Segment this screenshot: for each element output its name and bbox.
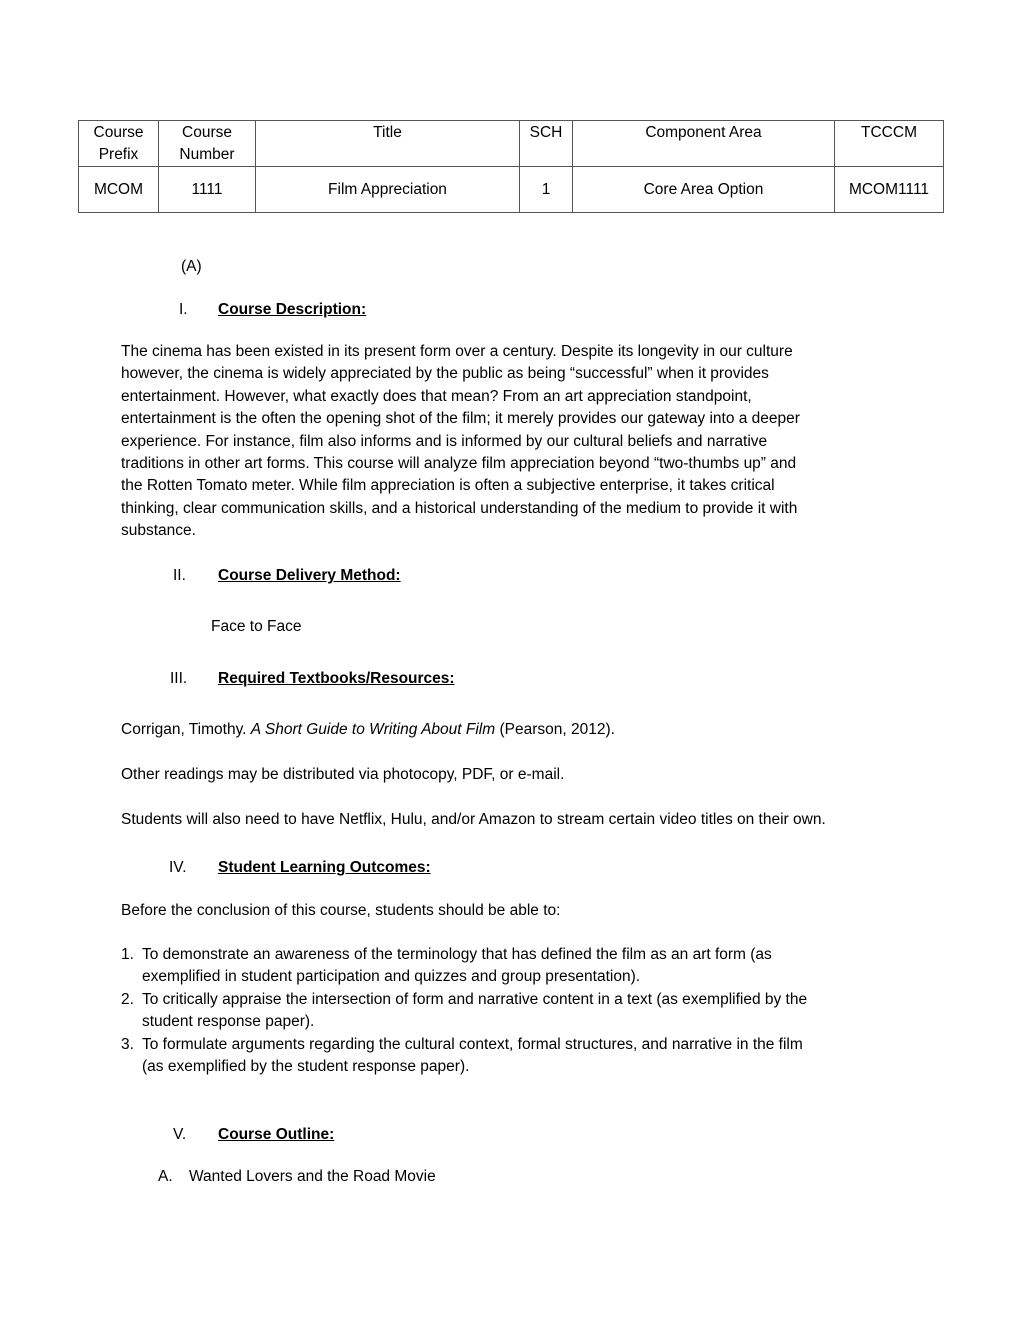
section-numeral-textbooks: III.: [170, 670, 188, 687]
cell-course-prefix: MCOM: [78, 166, 159, 213]
cell-course-number: 1111: [158, 166, 256, 213]
section-numeral-outline: V.: [173, 1126, 187, 1143]
other-readings-note: Other readings may be distributed via ph…: [121, 766, 565, 783]
section-marker: (A): [181, 258, 202, 275]
header-component-area: Component Area: [572, 120, 835, 167]
course-description-paragraph: The cinema has been existed in its prese…: [121, 343, 800, 540]
cell-sch: 1: [519, 166, 573, 213]
header-course-prefix: Course Prefix: [78, 120, 159, 167]
section-heading-textbooks: Required Textbooks/Resources:: [218, 670, 455, 687]
outline-item-text: Wanted Lovers and the Road Movie: [189, 1168, 436, 1185]
section-numeral-description: I.: [179, 301, 188, 318]
section-heading-description: Course Description:: [218, 301, 367, 318]
header-title: Title: [255, 120, 520, 167]
section-heading-outline: Course Outline:: [218, 1126, 335, 1143]
header-sch: SCH: [519, 120, 573, 167]
outcomes-intro: Before the conclusion of this course, st…: [121, 902, 561, 919]
section-numeral-outcomes: IV.: [169, 859, 187, 876]
header-course-number: Course Number: [158, 120, 256, 167]
cell-title: Film Appreciation: [255, 166, 520, 213]
cell-tcccm: MCOM1111: [834, 166, 944, 213]
table-row: MCOM 1111 Film Appreciation 1 Core Area …: [78, 166, 944, 213]
cell-component-area: Core Area Option: [572, 166, 835, 213]
textbook-citation: Corrigan, Timothy. A Short Guide to Writ…: [121, 721, 615, 738]
section-heading-delivery: Course Delivery Method:: [218, 567, 401, 584]
streaming-note: Students will also need to have Netflix,…: [121, 811, 826, 828]
textbook-title: A Short Guide to Writing About Film: [250, 721, 496, 738]
course-info-table: Course Prefix Course Number Title SCH Comp…: [78, 120, 944, 213]
header-tcccm: TCCCM: [834, 120, 944, 167]
outline-item-letter: A.: [158, 1168, 173, 1185]
document-page: Course Prefix Course Number Title SCH Comp…: [0, 0, 1020, 1320]
section-heading-outcomes: Student Learning Outcomes:: [218, 859, 431, 876]
table-header-row: Course Prefix Course Number Title SCH Comp…: [78, 120, 944, 167]
delivery-method-value: Face to Face: [211, 618, 302, 635]
section-numeral-delivery: II.: [173, 567, 186, 584]
